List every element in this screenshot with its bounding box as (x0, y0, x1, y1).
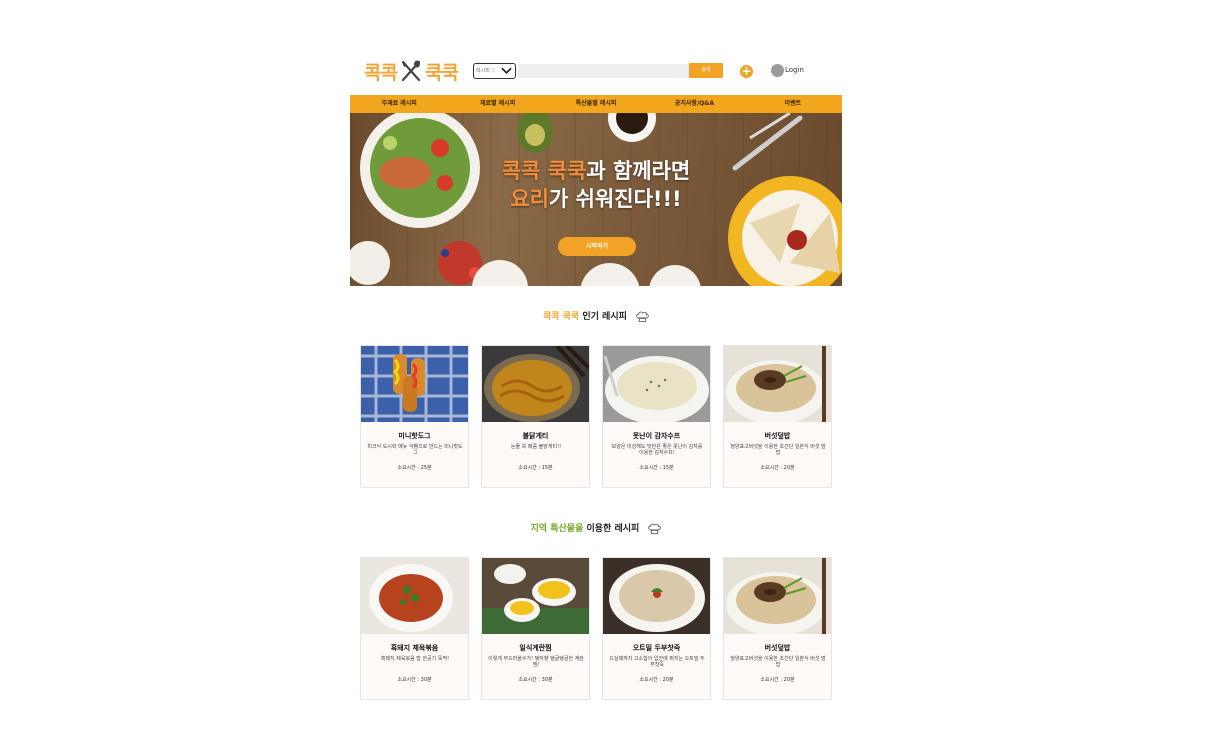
hero-line1: 과 함께라면 (586, 159, 691, 183)
local-section-title: 지역 특산물을 이용한 레시피 (350, 521, 842, 535)
header: 콕콕 쿡쿡 레시피 ▽ 검색 + Login (350, 56, 842, 86)
local-recipe-list: 흑돼지 제육볶음 흑돼지 제육볶음 밥 한공기 뚝딱! 소요시간 : 30분 일식계란… (360, 557, 833, 700)
recipe-description: 청양표고버섯을 이용한 초간단 일본식 버섯 덮밥 (730, 656, 826, 668)
recipe-thumbnail[interactable] (724, 558, 831, 634)
recipe-name[interactable]: 버섯덮밥 (724, 431, 831, 441)
recipe-card[interactable]: 버섯덮밥청양표고버섯을 이용한 초간단 일본식 버섯 덮밥소요시간 : 20분 (723, 557, 832, 700)
recipe-thumbnail[interactable] (361, 346, 468, 422)
recipe-cook-time: 소요시간 : 15분 (518, 465, 553, 471)
nav-item-specialty[interactable]: 특산물별 레시피 (547, 95, 645, 113)
popular-title-text: 인기 레시피 (582, 312, 627, 322)
recipe-card[interactable]: 흑돼지 제육볶음흑돼지 제육볶음 밥 한공기 뚝딱! 소요시간 : 30분 (360, 557, 469, 700)
recipe-cook-time: 소요시간 : 20분 (760, 465, 795, 471)
recipe-thumbnail[interactable] (482, 346, 589, 422)
popular-title-accent: 콕콕 쿡쿡 (542, 312, 580, 322)
recipe-description: 눈물 쏙 매콤 불닭게티!! (510, 444, 562, 450)
recipe-cook-time: 소요시간 : 15분 (639, 465, 674, 471)
recipe-description: 모양은 미성해도 맛만은 좋은 못난이 감자를 이용한 감자수프! (611, 444, 703, 456)
recipe-name[interactable]: 흑돼지 제육볶음 (361, 643, 468, 653)
start-button[interactable]: 시작하기 (558, 237, 636, 256)
search-category-select[interactable]: 레시피 ▽ (473, 63, 516, 79)
local-title-text: 이용한 레시피 (586, 524, 640, 534)
popular-section-title: 콕콕 쿡쿡 인기 레시피 (350, 309, 842, 323)
nav-item-event[interactable]: 이벤트 (744, 95, 842, 113)
recipe-cook-time: 소요시간 : 20분 (639, 677, 674, 683)
chef-hat-icon (636, 311, 649, 322)
hero-line2: 가 쉬워진다!!! (548, 187, 682, 211)
recipe-cook-time: 소요시간 : 30분 (397, 677, 432, 683)
recipe-cook-time: 소요시간 : 20분 (760, 677, 795, 683)
main-nav: 주재료 레시피 재료별 레시피 특산물별 레시피 공지사항/Q&A 이벤트 (350, 95, 842, 113)
recipe-card[interactable]: 일식계란찜이렇게 부드러울수가! 탱자향 탱글탱글한 계란찜! 소요시간 : 30… (481, 557, 590, 700)
add-recipe-icon[interactable]: + (740, 65, 753, 78)
chef-hat-icon (648, 523, 662, 534)
recipe-thumbnail[interactable] (482, 558, 589, 634)
recipe-card[interactable]: 버섯덮밥청양표고버섯을 이용한 초간단 일본식 버섯 덮밥소요시간 : 20분 (723, 345, 832, 488)
recipe-description: 청양표고버섯을 이용한 초간단 일본식 버섯 덮밥 (730, 444, 826, 456)
recipe-description: 이렇게 부드러울수가! 탱자향 탱글탱글한 계란찜! (488, 656, 584, 668)
logo-left-text: 콕콕 (364, 61, 398, 84)
recipe-description: 흑돼지 제육볶음 밥 한공기 뚝딱! (380, 656, 450, 662)
recipe-card[interactable]: 미니핫도그피크닉 도시락 메뉴 식빵으로 만드는 미니핫도그소요시간 : 25분 (360, 345, 469, 488)
recipe-name[interactable]: 미니핫도그 (361, 431, 468, 441)
page: 콕콕 쿡쿡 레시피 ▽ 검색 + Login 주재료 레시피 재료별 레시피 특… (350, 0, 842, 747)
recipe-thumbnail[interactable] (603, 346, 710, 422)
recipe-name[interactable]: 오트밀 두부찻죽 (603, 643, 710, 653)
recipe-name[interactable]: 일식계란찜 (482, 643, 589, 653)
logo[interactable]: 콕콕 쿡쿡 (364, 58, 459, 84)
recipe-name[interactable]: 버섯덮밥 (724, 643, 831, 653)
recipe-name[interactable]: 불닭게티 (482, 431, 589, 441)
hero-accent-2: 요리 (510, 187, 549, 211)
utensils-icon (401, 60, 421, 82)
nav-item-ingredient[interactable]: 재료별 레시피 (448, 95, 546, 113)
logo-right-text: 쿡쿡 (424, 61, 459, 84)
recipe-description: 드실때까지 고소함이 입안에 퍼지는 오트밀 두부찻죽 (609, 656, 705, 668)
hero-accent-1: 콕콕 쿡쿡 (501, 159, 587, 183)
nav-item-main-ingredient[interactable]: 주재료 레시피 (350, 95, 448, 113)
recipe-card[interactable]: 오트밀 두부찻죽드실때까지 고소함이 입안에 퍼지는 오트밀 두부찻죽소요시간 … (602, 557, 711, 700)
recipe-thumbnail[interactable] (724, 346, 831, 422)
recipe-name[interactable]: 못난이 감자수프 (603, 431, 710, 441)
nav-item-notice-qa[interactable]: 공지사항/Q&A (645, 95, 743, 113)
hero-title: 콕콕 쿡쿡과 함께라면 요리가 쉬워진다!!! (350, 157, 842, 213)
recipe-card[interactable]: 불닭게티눈물 쏙 매콤 불닭게티!! 소요시간 : 15분 (481, 345, 590, 488)
hero-banner: 콕콕 쿡쿡과 함께라면 요리가 쉬워진다!!! 시작하기 (350, 113, 842, 286)
search-button[interactable]: 검색 (689, 63, 723, 78)
recipe-card[interactable]: 못난이 감자수프모양은 미성해도 맛만은 좋은 못난이 감자를 이용한 감자수프… (602, 345, 711, 488)
recipe-thumbnail[interactable] (603, 558, 710, 634)
login-link[interactable]: Login (785, 66, 804, 74)
chevron-down-icon (501, 67, 512, 75)
recipe-thumbnail[interactable] (361, 558, 468, 634)
search-select-label: 레시피 ▽ (476, 68, 496, 74)
local-title-accent: 지역 특산물을 (530, 524, 584, 534)
recipe-cook-time: 소요시간 : 25분 (397, 465, 432, 471)
avatar[interactable] (771, 64, 784, 77)
popular-recipe-list: 미니핫도그피크닉 도시락 메뉴 식빵으로 만드는 미니핫도그소요시간 : 25분… (360, 345, 833, 488)
recipe-description: 피크닉 도시락 메뉴 식빵으로 만드는 미니핫도그 (367, 444, 463, 456)
search-input[interactable] (518, 64, 689, 78)
recipe-cook-time: 소요시간 : 30분 (518, 677, 553, 683)
